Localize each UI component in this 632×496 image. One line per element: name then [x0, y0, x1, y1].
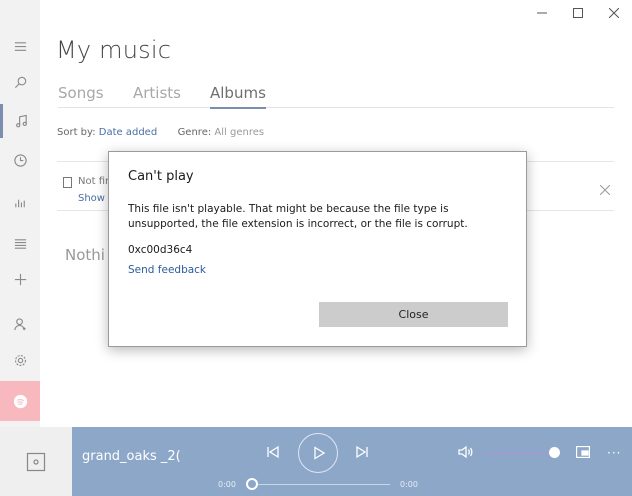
close-icon	[599, 184, 611, 196]
maximize-button[interactable]	[560, 0, 596, 26]
seek-track[interactable]	[254, 484, 390, 485]
previous-icon	[267, 445, 279, 459]
user-icon	[13, 317, 26, 330]
nav-recent[interactable]	[0, 143, 40, 177]
next-icon	[356, 445, 368, 459]
gear-icon	[14, 354, 26, 366]
music-note-icon	[16, 114, 27, 127]
empty-state-text: Nothi	[65, 246, 105, 264]
spotify-button[interactable]	[0, 381, 40, 421]
volume-slider[interactable]	[484, 452, 550, 453]
error-dialog: Can't play This file isn't playable. Tha…	[108, 151, 527, 347]
play-button[interactable]	[298, 433, 338, 473]
maximize-icon	[573, 8, 583, 18]
clock-icon	[13, 153, 27, 167]
volume-icon	[458, 445, 473, 459]
add-icon	[14, 273, 26, 285]
mini-player-icon	[576, 446, 590, 458]
search-button[interactable]	[0, 65, 40, 99]
sort-row: Sort by: Date added Genre: All genres	[57, 127, 264, 138]
tab-bar: Songs Artists Albums	[58, 84, 614, 109]
nav-now-playing[interactable]	[0, 185, 40, 219]
minimize-button[interactable]	[524, 0, 560, 26]
close-button[interactable]: Close	[319, 302, 508, 327]
elapsed-time: 0:00	[218, 480, 236, 489]
send-feedback-link[interactable]: Send feedback	[128, 264, 206, 276]
search-icon	[14, 76, 26, 88]
notice-text: Not fin	[78, 176, 112, 187]
page-title: My music	[56, 36, 172, 64]
volume-button[interactable]	[456, 443, 476, 461]
document-icon	[63, 177, 72, 188]
chart-icon	[14, 199, 25, 207]
album-art[interactable]	[0, 427, 72, 496]
mini-view-button[interactable]	[574, 444, 592, 460]
dialog-title: Can't play	[128, 169, 194, 184]
settings-button[interactable]	[0, 343, 40, 377]
error-code: 0xc00d36c4	[128, 244, 193, 256]
disc-icon	[26, 452, 46, 471]
genre-dropdown[interactable]: All genres	[214, 127, 264, 138]
tab-artists[interactable]: Artists	[133, 84, 181, 108]
more-options-button[interactable]: ···	[607, 446, 621, 460]
account-button[interactable]	[0, 307, 40, 341]
volume-handle[interactable]	[549, 447, 560, 458]
spotify-icon	[13, 394, 27, 408]
new-playlist-button[interactable]	[0, 262, 40, 296]
close-icon	[609, 8, 619, 18]
tab-songs[interactable]: Songs	[58, 84, 104, 108]
sort-label: Sort by:	[57, 127, 96, 138]
track-title[interactable]: grand_oaks _2(	[82, 449, 181, 464]
hamburger-icon	[14, 41, 26, 51]
total-time: 0:00	[400, 480, 418, 489]
hamburger-menu-button[interactable]	[0, 29, 40, 63]
play-icon	[314, 446, 326, 460]
previous-button[interactable]	[264, 443, 282, 461]
window-controls	[524, 0, 632, 26]
next-button[interactable]	[353, 443, 371, 461]
player-bar: grand_oaks _2( 0:00 0:00 ···	[0, 427, 632, 496]
queue-icon	[14, 238, 26, 249]
notice-link[interactable]: Show	[78, 193, 105, 204]
close-window-button[interactable]	[596, 0, 632, 26]
dismiss-notice-button[interactable]	[599, 180, 611, 199]
genre-label: Genre:	[177, 127, 212, 138]
dialog-message: This file isn't playable. That might be …	[128, 203, 468, 230]
nav-my-music[interactable]	[0, 104, 40, 138]
sort-dropdown[interactable]: Date added	[99, 127, 157, 138]
nav-playlists[interactable]	[0, 226, 40, 260]
minimize-icon	[537, 12, 547, 14]
tab-albums[interactable]: Albums	[210, 84, 266, 109]
nav-rail	[0, 0, 40, 427]
seek-handle[interactable]	[246, 478, 258, 490]
